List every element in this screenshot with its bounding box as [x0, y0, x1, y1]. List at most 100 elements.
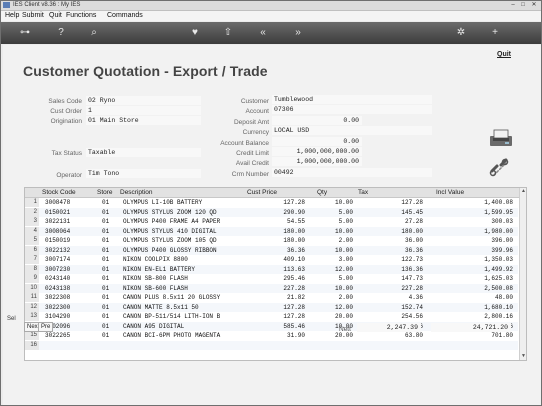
cell-desc[interactable]: NIKON SB-800 FLASH — [123, 274, 188, 283]
cell-qty[interactable]: 10.00 — [305, 227, 353, 236]
table-row[interactable]: 16 — [25, 340, 518, 350]
cell-desc[interactable]: OLYMPUS STYLUS ZOOM 120 QD — [123, 208, 217, 217]
cell-code[interactable]: 3022265 — [45, 331, 70, 340]
cell-price[interactable]: 295.46 — [255, 274, 305, 283]
cell-tax[interactable]: 36.36 — [355, 246, 423, 255]
cell-qty[interactable]: 10.00 — [305, 246, 353, 255]
side-tab-label[interactable]: Sel — [7, 316, 16, 322]
cell-store[interactable]: 01 — [102, 255, 109, 264]
cell-price[interactable]: 21.82 — [255, 293, 305, 302]
cell-incl[interactable]: 396.00 — [425, 236, 513, 245]
cell-incl[interactable]: 48.00 — [425, 293, 513, 302]
cell-code[interactable]: 3008478 — [45, 198, 70, 207]
cell-store[interactable]: 01 — [102, 217, 109, 226]
cust-order-field[interactable]: 1 — [86, 106, 201, 115]
print-quote-icon[interactable] — [489, 129, 513, 147]
cell-desc[interactable]: CANON BCI-6PM PHOTO MAGENTA — [123, 331, 220, 340]
table-row[interactable]: 3 3022131 01 OLYMPUS P400 FRAME A4 PAPER 54.… — [25, 217, 518, 226]
cell-code[interactable]: 3104290 — [45, 312, 70, 321]
cell-desc[interactable]: OLYMPUS P400 GLOSSY RIBBON — [123, 246, 217, 255]
cell-tax[interactable]: 180.00 — [355, 227, 423, 236]
cell-incl[interactable]: 701.80 — [425, 331, 513, 340]
table-row[interactable]: 8 3007230 01 NIKON EN-EL1 BATTERY 113.63 12.0… — [25, 264, 518, 274]
cell-tax[interactable]: 147.73 — [355, 274, 423, 283]
cell-code[interactable]: 0243138 — [45, 284, 70, 293]
cell-price[interactable]: 180.00 — [255, 236, 305, 245]
table-row[interactable]: 9 0243140 01 NIKON SB-800 FLASH 295.46 5.00 14… — [25, 274, 518, 283]
col-description[interactable]: Description — [120, 188, 153, 197]
cell-code[interactable]: 3008064 — [45, 227, 70, 236]
plus-icon[interactable]: + — [488, 27, 502, 39]
cell-desc[interactable]: CANON A95 DIGITAL — [123, 322, 184, 331]
maximize-icon[interactable]: □ — [519, 2, 527, 8]
cell-tax[interactable]: 27.28 — [355, 217, 423, 226]
cell-code[interactable]: 0150021 — [45, 208, 70, 217]
col-store[interactable]: Store — [97, 188, 113, 197]
cell-qty[interactable]: 5.00 — [305, 274, 353, 283]
cell-code[interactable]: 0150019 — [45, 236, 70, 245]
table-row[interactable]: 5 0150019 01 OLYMPUS STYLUS ZOOM 105 QD 180.… — [25, 236, 518, 245]
currency-field[interactable]: LOCAL USD — [272, 126, 432, 135]
cell-code[interactable]: 3022132 — [45, 246, 70, 255]
cell-store[interactable]: 01 — [102, 303, 109, 312]
table-row[interactable]: 6 3022132 01 OLYMPUS P400 GLOSSY RIBBON 36.3… — [25, 245, 518, 255]
cell-store[interactable]: 01 — [102, 293, 109, 302]
col-tax[interactable]: Tax — [358, 188, 368, 197]
scroll-up-icon[interactable]: ▲ — [520, 188, 526, 195]
cell-incl[interactable]: 1,350.03 — [425, 255, 513, 264]
cell-desc[interactable]: NIKON SB-600 FLASH — [123, 284, 188, 293]
cell-store[interactable]: 01 — [102, 284, 109, 293]
cell-qty[interactable]: 10.00 — [305, 284, 353, 293]
cell-price[interactable]: 54.55 — [255, 217, 305, 226]
menu-commands[interactable]: Commands — [107, 11, 143, 21]
origination-field[interactable]: 01 Main Store — [86, 116, 201, 125]
cell-qty[interactable]: 2.00 — [305, 236, 353, 245]
table-row[interactable]: 12 3022300 01 CANON MATTE 8.5x11 50 127.28 12… — [25, 302, 518, 312]
help-icon[interactable]: ? — [54, 27, 68, 39]
heart-icon[interactable]: ♥ — [188, 27, 202, 39]
cell-desc[interactable]: OLYMPUS P400 FRAME A4 PAPER — [123, 217, 220, 226]
link-icon[interactable] — [489, 158, 509, 178]
cell-desc[interactable]: CANON PLUS 8.5x11 20 GLOSSY — [123, 293, 220, 302]
cell-code[interactable]: 3007174 — [45, 255, 70, 264]
tax-status-field[interactable]: Taxable — [86, 148, 201, 157]
customer-field[interactable]: Tumblewood — [272, 95, 432, 104]
cell-price[interactable]: 180.00 — [255, 227, 305, 236]
cell-price[interactable]: 36.36 — [255, 246, 305, 255]
cell-incl[interactable]: 1,625.03 — [425, 274, 513, 283]
cell-qty[interactable]: 5.00 — [305, 208, 353, 217]
cell-desc[interactable]: NIKON COOLPIX 8800 — [123, 255, 188, 264]
cell-code[interactable]: 3007230 — [45, 265, 70, 274]
cell-qty[interactable]: 2.00 — [305, 293, 353, 302]
cell-price[interactable]: 585.46 — [255, 322, 305, 331]
table-row[interactable]: 2 0150021 01 OLYMPUS STYLUS ZOOM 120 QD 290.… — [25, 207, 518, 217]
cell-incl[interactable]: 2,800.16 — [425, 312, 513, 321]
table-row[interactable]: 10 0243138 01 NIKON SB-600 FLASH 227.28 10.00… — [25, 283, 518, 293]
crm-number-field[interactable]: 00492 — [272, 168, 432, 177]
table-row[interactable]: 7 3007174 01 NIKON COOLPIX 8800 409.10 3.00 12… — [25, 255, 518, 264]
cell-desc[interactable]: NIKON EN-EL1 BATTERY — [123, 265, 195, 274]
cell-code[interactable]: 3022300 — [45, 303, 70, 312]
vertical-scrollbar[interactable]: ▲ ▼ — [519, 188, 526, 360]
cell-store[interactable]: 01 — [102, 274, 109, 283]
cell-qty[interactable]: 12.00 — [305, 265, 353, 274]
cell-incl[interactable]: 1,680.10 — [425, 303, 513, 312]
cell-tax[interactable]: 145.45 — [355, 208, 423, 217]
cell-incl[interactable]: 300.03 — [425, 217, 513, 226]
cell-tax[interactable]: 227.28 — [355, 284, 423, 293]
table-row[interactable]: 15 3022265 01 CANON BCI-6PM PHOTO MAGENTA 31… — [25, 331, 518, 340]
col-incl-value[interactable]: Incl Value — [436, 188, 464, 197]
col-stock-code[interactable]: Stock Code — [42, 188, 76, 197]
cell-incl[interactable]: 2,500.08 — [425, 284, 513, 293]
cell-desc[interactable]: OLYMPUS STYLUS ZOOM 105 QD — [123, 236, 217, 245]
cell-store[interactable]: 01 — [102, 236, 109, 245]
menu-functions[interactable]: Functions — [66, 11, 96, 21]
scroll-down-icon[interactable]: ▼ — [520, 353, 526, 360]
cell-desc[interactable]: OLYMPUS STYLUS 410 DIGITAL — [123, 227, 217, 236]
cell-store[interactable]: 01 — [102, 227, 109, 236]
cell-incl[interactable]: 1,499.92 — [425, 265, 513, 274]
cell-desc[interactable]: CANON MATTE 8.5x11 50 — [123, 303, 199, 312]
table-row[interactable]: 1 3008478 01 OLYMPUS LI-10B BATTERY 127.28 10… — [25, 198, 518, 207]
cell-desc[interactable]: OLYMPUS LI-10B BATTERY — [123, 198, 202, 207]
forward-icon[interactable]: » — [291, 27, 305, 39]
